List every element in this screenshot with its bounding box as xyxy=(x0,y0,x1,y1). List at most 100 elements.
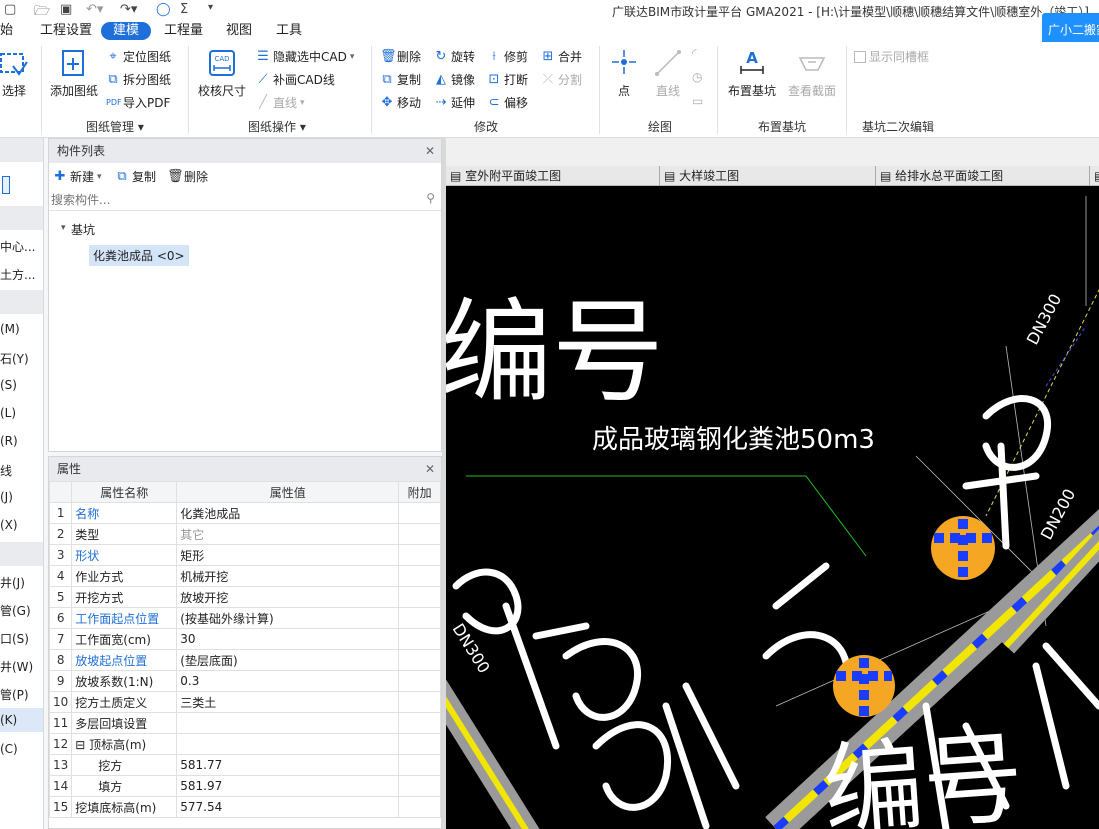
property-row[interactable]: 6 工作面起点位置 (按基础外缘计算) xyxy=(49,607,441,629)
tab-drawing[interactable]: ▤ 大样竣工图 xyxy=(660,166,876,186)
group-drawing-operations[interactable]: 图纸操作 ▾ xyxy=(248,118,306,135)
menu-quantities[interactable]: 工程量 xyxy=(164,22,203,40)
hide-cad-button[interactable]: ☰ 隐藏选中CAD ▾ xyxy=(256,48,354,65)
property-value[interactable]: 581.97 xyxy=(176,775,400,797)
move-button[interactable]: ✥ 移动 xyxy=(380,94,421,111)
nav-item[interactable]: 井(J) xyxy=(0,574,25,591)
close-icon[interactable]: ✕ xyxy=(425,457,435,481)
nav-item[interactable]: 石(Y) xyxy=(0,350,29,367)
merge-button[interactable]: ⊞ 合并 xyxy=(541,48,582,65)
circle-icon[interactable]: ◷ xyxy=(692,70,702,84)
property-value[interactable]: 机械开挖 xyxy=(176,565,400,587)
new-component-button[interactable]: ✚ 新建 ▾ xyxy=(53,168,102,185)
show-trough-checkbox[interactable]: 显示同槽框 xyxy=(854,48,929,65)
property-row[interactable]: 7 工作面宽(cm) 30 xyxy=(49,628,441,650)
nav-item[interactable]: 中心... xyxy=(0,238,35,255)
property-row[interactable]: 12 ⊟ 顶标高(m) xyxy=(49,733,441,755)
nav-item[interactable]: 管(G) xyxy=(0,602,31,619)
split-drawing-button[interactable]: ⧉ 拆分图纸 xyxy=(106,71,171,88)
check-size-button[interactable]: CAD 校核尺寸 xyxy=(196,48,248,99)
nav-selected-marker[interactable] xyxy=(2,176,10,194)
quick-icon[interactable]: ▢ xyxy=(4,2,16,17)
property-value[interactable]: 0.3 xyxy=(176,670,400,692)
mirror-button[interactable]: ◭ 镜像 xyxy=(434,71,475,88)
property-row[interactable]: 2 类型 其它 xyxy=(49,523,441,545)
locate-drawing-button[interactable]: ⌖ 定位图纸 xyxy=(106,48,171,65)
tree-item-selected[interactable]: 化粪池成品 <0> xyxy=(89,245,189,266)
tab-drawing[interactable]: ▤ 给排水总平面竣工图 xyxy=(876,166,1090,186)
rectangle-icon[interactable]: ▭ xyxy=(692,94,703,108)
break-button[interactable]: ⊡ 打断 xyxy=(487,71,528,88)
draw-cad-line-button[interactable]: ⟋ 补画CAD线 xyxy=(256,71,334,88)
trim-button[interactable]: ⟊ 修剪 xyxy=(487,48,528,65)
property-value[interactable]: (按基础外缘计算) xyxy=(176,607,400,629)
property-row[interactable]: 11 多层回填设置 xyxy=(49,712,441,734)
group-drawing-management[interactable]: 图纸管理 ▾ xyxy=(86,118,144,135)
tree-root[interactable]: 基坑 xyxy=(71,221,95,238)
close-icon[interactable]: ✕ xyxy=(425,139,435,163)
property-value[interactable] xyxy=(176,712,400,734)
menu-modeling[interactable]: 建模 xyxy=(101,22,152,40)
property-value[interactable]: 581.77 xyxy=(176,754,400,776)
add-drawing-button[interactable]: 添加图纸 xyxy=(48,48,100,99)
place-pit-button[interactable]: A 布置基坑 xyxy=(724,48,780,99)
nav-item[interactable]: 井(W) xyxy=(0,658,33,675)
delete-component-button[interactable]: 🗑 删除 xyxy=(167,168,208,185)
property-value[interactable] xyxy=(176,733,400,755)
menu-project-settings[interactable]: 工程设置 xyxy=(40,22,92,40)
property-row[interactable]: 1 名称 化粪池成品 xyxy=(49,502,441,524)
property-value[interactable]: 放坡开挖 xyxy=(176,586,400,608)
pipe-node[interactable] xyxy=(833,655,895,717)
property-value[interactable]: 化粪池成品 xyxy=(176,502,400,524)
nav-item[interactable]: 口(S) xyxy=(0,630,29,647)
search-icon[interactable]: ⚲ xyxy=(426,191,435,205)
split-button[interactable]: ⤫ 分割 xyxy=(541,71,582,88)
view-section-button[interactable]: 查看截面 xyxy=(784,48,840,99)
nav-item[interactable]: (M) xyxy=(0,322,20,336)
point-button[interactable]: 点 xyxy=(606,48,642,99)
property-row[interactable]: 5 开挖方式 放坡开挖 xyxy=(49,586,441,608)
property-row[interactable]: 14 填方 581.97 xyxy=(49,775,441,797)
nav-item-selected[interactable]: (K) xyxy=(0,708,43,732)
search-input[interactable] xyxy=(51,191,411,209)
tree-collapse-icon[interactable]: ▾ xyxy=(61,223,66,233)
property-row[interactable]: 13 挖方 581.77 xyxy=(49,754,441,776)
customize-quick-access-icon[interactable]: ▾ xyxy=(208,2,213,13)
copy-component-button[interactable]: ⧉ 复制 xyxy=(115,168,156,185)
nav-item[interactable]: (C) xyxy=(0,742,18,756)
property-row[interactable]: 4 作业方式 机械开挖 xyxy=(49,565,441,587)
nav-item[interactable]: (J) xyxy=(0,490,13,504)
menu-start[interactable]: 始 xyxy=(0,22,13,40)
tab-drawing[interactable]: ▤ 室外附平面竣工图 xyxy=(446,166,660,186)
cad-canvas[interactable]: 编号 成品玻璃钢化粪池50m3 DN300 DN200 DN300 编号 xyxy=(446,186,1099,829)
nav-item[interactable]: 管(P) xyxy=(0,686,29,703)
straight-line-button[interactable]: 直线 xyxy=(648,48,688,99)
extend-button[interactable]: ⇢ 延伸 xyxy=(434,94,475,111)
nav-item[interactable]: 土方... xyxy=(0,266,35,283)
pipe-node[interactable] xyxy=(931,516,995,580)
offset-button[interactable]: ⊂ 偏移 xyxy=(487,94,528,111)
property-row[interactable]: 15 挖填底标高(m) 577.54 xyxy=(49,796,441,818)
rotate-button[interactable]: ↻ 旋转 xyxy=(434,48,475,65)
delete-button[interactable]: 🗑 删除 xyxy=(380,48,421,65)
nav-item[interactable]: (R) xyxy=(0,434,18,448)
redo-icon[interactable]: ↷▾ xyxy=(120,2,137,17)
property-row[interactable]: 3 形状 矩形 xyxy=(49,544,441,566)
tab-drawing-overflow[interactable]: ▤ xyxy=(1090,166,1099,186)
sum-icon[interactable]: Σ xyxy=(180,2,188,17)
nav-item[interactable]: (X) xyxy=(0,518,18,532)
copy-button[interactable]: ⧉ 复制 xyxy=(380,71,421,88)
line-button[interactable]: ╱ 直线 ▾ xyxy=(256,94,304,111)
property-value[interactable]: 30 xyxy=(176,628,400,650)
menu-view[interactable]: 视图 xyxy=(226,22,252,40)
menu-tools[interactable]: 工具 xyxy=(276,22,302,40)
nav-item[interactable]: (L) xyxy=(0,406,16,420)
property-value[interactable]: 矩形 xyxy=(176,544,400,566)
property-row[interactable]: 9 放坡系数(1:N) 0.3 xyxy=(49,670,441,692)
property-row[interactable]: 10 挖方土质定义 三类土 xyxy=(49,691,441,713)
nav-item[interactable]: 线 xyxy=(0,462,12,479)
select-button[interactable]: 选择 xyxy=(0,48,34,99)
property-row[interactable]: 8 放坡起点位置 (垫层底面) xyxy=(49,649,441,671)
save-icon[interactable]: ▣ xyxy=(60,2,72,17)
property-value[interactable]: 三类土 xyxy=(176,691,400,713)
